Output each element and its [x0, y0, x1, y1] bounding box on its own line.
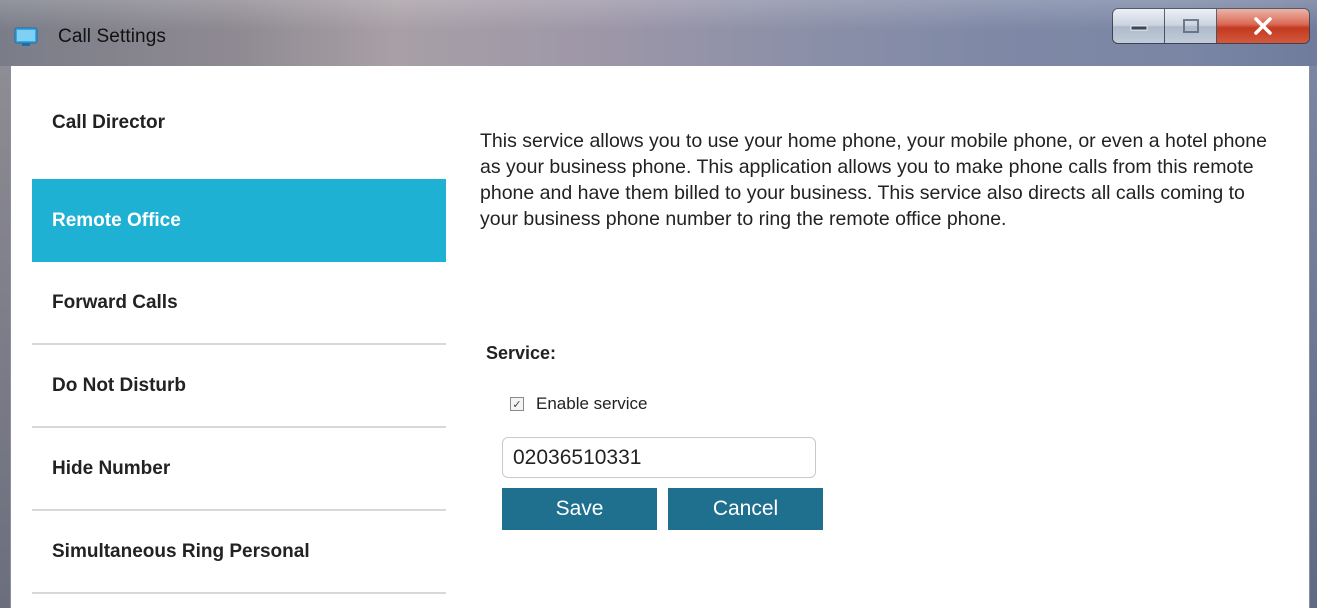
maximize-icon: [1182, 19, 1199, 33]
nav-item-do-not-disturb[interactable]: Do Not Disturb: [32, 345, 446, 428]
enable-service-row[interactable]: ✓ Enable service: [510, 394, 648, 414]
save-button[interactable]: Save: [502, 488, 657, 530]
window-frame-right: [1310, 66, 1317, 608]
minimize-button[interactable]: [1113, 9, 1165, 43]
maximize-button[interactable]: [1165, 9, 1217, 43]
checkmark-icon: ✓: [512, 397, 522, 411]
close-icon: [1254, 17, 1272, 35]
nav-item-label: Call Director: [52, 111, 165, 133]
nav-item-simultaneous-ring-personal[interactable]: Simultaneous Ring Personal: [32, 511, 446, 594]
nav-item-label: Hide Number: [52, 457, 171, 479]
nav-item-hide-number[interactable]: Hide Number: [32, 428, 446, 511]
nav-item-label: Forward Calls: [52, 291, 178, 313]
nav-item-label: Remote Office: [52, 209, 181, 231]
monitor-icon: [14, 27, 38, 46]
window-title: Call Settings: [58, 26, 166, 47]
enable-service-checkbox[interactable]: ✓: [510, 397, 524, 411]
settings-nav: Call Director Remote Office Forward Call…: [32, 86, 446, 594]
nav-item-call-director[interactable]: Call Director: [32, 86, 446, 179]
close-button[interactable]: [1217, 9, 1309, 43]
nav-item-remote-office[interactable]: Remote Office: [32, 179, 446, 262]
nav-item-label: Do Not Disturb: [52, 374, 187, 396]
minimize-icon: [1130, 25, 1147, 31]
title-bar[interactable]: Call Settings: [0, 0, 1317, 66]
nav-item-label: Simultaneous Ring Personal: [52, 540, 310, 562]
window-frame-left: [0, 66, 10, 608]
service-label: Service:: [486, 343, 557, 363]
service-content: This service allows you to use your home…: [480, 128, 1270, 232]
phone-number-input[interactable]: [502, 437, 816, 478]
caption-buttons: [1112, 8, 1310, 44]
cancel-button[interactable]: Cancel: [668, 488, 823, 530]
nav-item-forward-calls[interactable]: Forward Calls: [32, 262, 446, 345]
call-settings-window: Call Settings Call Director Remote Offic…: [0, 0, 1317, 608]
enable-service-label: Enable service: [536, 394, 648, 413]
service-description: This service allows you to use your home…: [480, 130, 1267, 230]
